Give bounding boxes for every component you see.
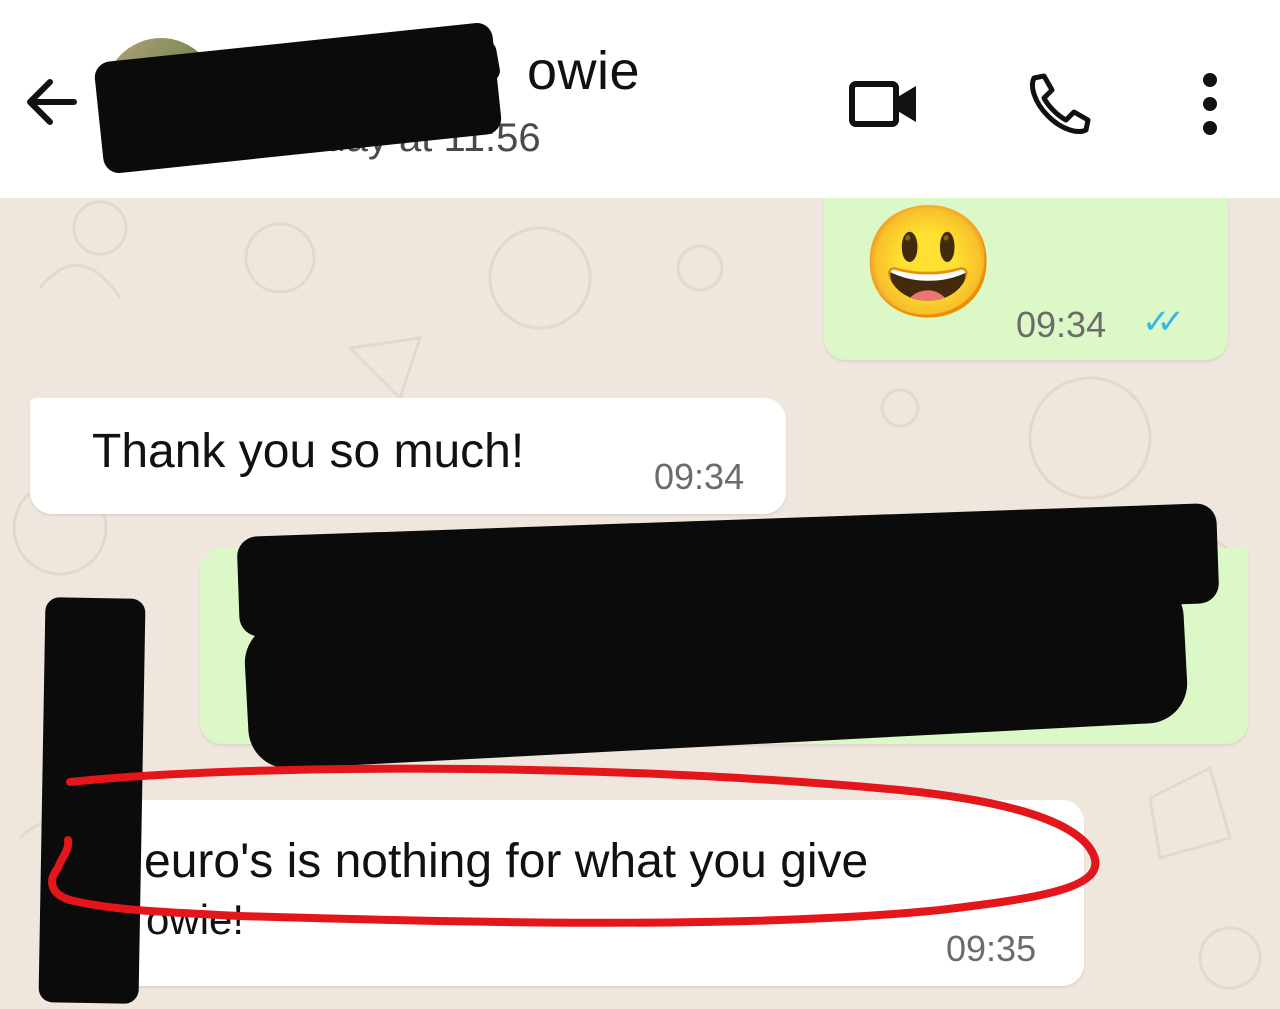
more-vertical-icon (1203, 73, 1217, 135)
message-text: Thank you so much! (92, 425, 525, 478)
red-circle-annotation (48, 764, 1100, 927)
emoji-grinning: 😃 (860, 201, 997, 324)
more-options-button[interactable] (1170, 64, 1250, 144)
message-bubble-incoming[interactable]: Thank you so much! 09:34 (30, 398, 786, 514)
video-call-button[interactable] (844, 64, 924, 144)
voice-call-button[interactable] (1020, 64, 1100, 144)
read-receipt-icon: ✓✓ (1142, 303, 1185, 341)
arrow-left-icon (27, 79, 77, 125)
message-bubble-outgoing[interactable]: 😃 09:34 ✓✓ (824, 198, 1228, 360)
phone-icon (1030, 73, 1091, 134)
message-time: 09:34 (654, 456, 745, 497)
back-button[interactable] (20, 70, 84, 134)
chat-header: owie st seen today at 11:56 (0, 0, 1280, 198)
message-time: 09:34 (1016, 304, 1107, 345)
video-camera-icon (849, 81, 916, 127)
